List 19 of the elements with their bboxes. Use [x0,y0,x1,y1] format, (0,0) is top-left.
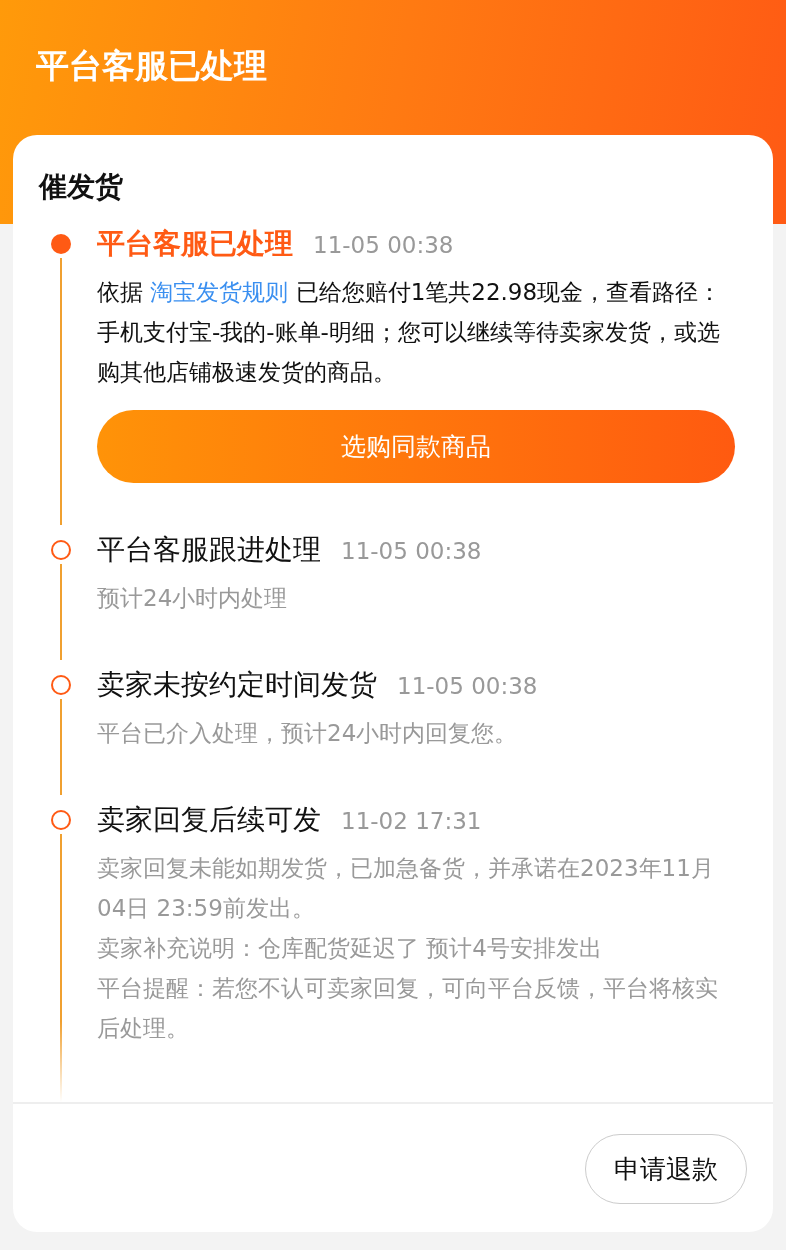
page-title: 平台客服已处理 [36,45,267,87]
buy-similar-button[interactable]: 选购同款商品 [97,410,735,483]
event-title: 平台客服跟进处理 [97,532,321,568]
rule-link[interactable]: 淘宝发货规则 [150,279,289,305]
event-time: 11-05 00:38 [397,672,538,701]
event-title: 卖家回复后续可发 [97,802,321,838]
card-title: 催发货 [39,169,123,205]
event-description: 依据 淘宝发货规则 已给您赔付1笔共22.98现金，查看路径：手机支付宝-我的-账单-明细；您可以继续等待卖家发货，或选购其他店铺极速发货的商品。 [97,278,723,387]
event-time: 11-05 00:38 [341,537,482,566]
event-description: 预计24小时内处理 [97,584,289,613]
refund-button[interactable]: 申请退款 [585,1134,747,1204]
event-description: 平台已介入处理，预计24小时内回复您。 [97,719,519,748]
event-description: 卖家回复未能如期发货，已加急备货，并承诺在2023年11月04日 23:59前发出。 [97,854,715,923]
event-title: 平台客服已处理 [97,226,293,262]
event-time: 11-02 17:31 [341,807,482,836]
event-description: 卖家补充说明：仓库配货延迟了 预计4号安排发出 [97,934,603,963]
event-description: 平台提醒：若您不认可卖家回复，可向平台反馈，平台将核实后处理。 [97,974,719,1043]
event-time: 11-05 00:38 [313,231,454,260]
event-title: 卖家未按约定时间发货 [97,667,377,703]
